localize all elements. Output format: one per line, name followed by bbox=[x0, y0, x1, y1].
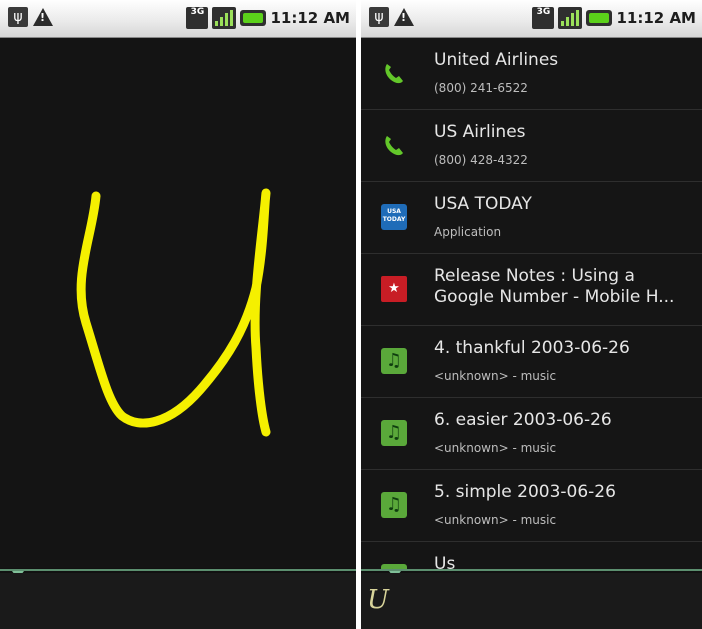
list-item[interactable]: ♫ Us bbox=[361, 542, 702, 569]
battery-icon bbox=[240, 10, 267, 26]
status-bar: ψ ! 3G 11:12 AM bbox=[361, 0, 702, 38]
list-item-title: United Airlines bbox=[434, 50, 559, 70]
list-item-title: US Airlines bbox=[434, 122, 526, 142]
bookmark-icon: ★ bbox=[381, 276, 407, 302]
usa-today-app-icon: USA TODAY bbox=[381, 204, 407, 230]
list-item-title: 4. thankful 2003-06-26 bbox=[434, 338, 630, 358]
status-bar: ψ ! 3G 11:12 AM bbox=[0, 0, 356, 38]
gesture-stroke bbox=[76, 188, 271, 437]
usb-icon: ψ bbox=[8, 7, 28, 27]
search-query: U bbox=[367, 585, 389, 615]
list-item[interactable]: USA TODAY USA TODAY Application bbox=[361, 182, 702, 254]
list-item-title: USA TODAY bbox=[434, 194, 532, 214]
music-icon: ♫ bbox=[381, 348, 407, 374]
list-item-subtitle: Application bbox=[434, 225, 502, 239]
results-screen: ψ ! 3G 11:12 AM United Airlines (800) 24… bbox=[361, 0, 702, 629]
signal-icon bbox=[558, 7, 583, 29]
list-item-title: 6. easier 2003-06-26 bbox=[434, 410, 612, 430]
music-icon: ♫ bbox=[381, 492, 407, 518]
list-item[interactable]: US Airlines (800) 428-4322 bbox=[361, 110, 702, 182]
gesture-canvas[interactable] bbox=[0, 38, 356, 568]
network-3g-icon: 3G bbox=[186, 7, 209, 29]
list-item-title: Release Notes : Using a Google Number - … bbox=[434, 266, 675, 307]
gesture-divider bbox=[361, 569, 702, 571]
list-item[interactable]: ♫ 4. thankful 2003-06-26 <unknown> - mus… bbox=[361, 326, 702, 398]
usb-icon: ψ bbox=[369, 7, 389, 27]
status-time: 11:12 AM bbox=[616, 9, 696, 27]
list-item[interactable]: United Airlines (800) 241-6522 bbox=[361, 38, 702, 110]
results-list: United Airlines (800) 241-6522 US Airlin… bbox=[361, 38, 702, 569]
music-icon: ♫ bbox=[381, 420, 407, 446]
warning-icon: ! bbox=[394, 8, 414, 26]
gesture-divider bbox=[0, 569, 356, 571]
gesture-input-bar[interactable] bbox=[361, 573, 702, 629]
signal-icon bbox=[212, 7, 237, 29]
list-item-subtitle: <unknown> - music bbox=[434, 513, 557, 527]
warning-icon: ! bbox=[33, 8, 53, 26]
network-3g-icon: 3G bbox=[532, 7, 555, 29]
gesture-screen: ψ ! 3G 11:12 AM bbox=[0, 0, 356, 629]
list-item[interactable]: ♫ 5. simple 2003-06-26 <unknown> - music bbox=[361, 470, 702, 542]
status-time: 11:12 AM bbox=[270, 9, 350, 27]
gesture-input-bar[interactable] bbox=[0, 573, 356, 629]
list-item[interactable]: ♫ 6. easier 2003-06-26 <unknown> - music bbox=[361, 398, 702, 470]
phone-icon bbox=[381, 60, 407, 86]
phone-icon bbox=[381, 132, 407, 158]
battery-icon bbox=[586, 10, 613, 26]
list-item-title: Us bbox=[434, 554, 456, 569]
list-item[interactable]: ★ Release Notes : Using a Google Number … bbox=[361, 254, 702, 326]
list-item-subtitle: (800) 428-4322 bbox=[434, 153, 528, 167]
list-item-subtitle: <unknown> - music bbox=[434, 369, 557, 383]
list-item-title: 5. simple 2003-06-26 bbox=[434, 482, 616, 502]
list-item-subtitle: (800) 241-6522 bbox=[434, 81, 528, 95]
list-item-subtitle: <unknown> - music bbox=[434, 441, 557, 455]
